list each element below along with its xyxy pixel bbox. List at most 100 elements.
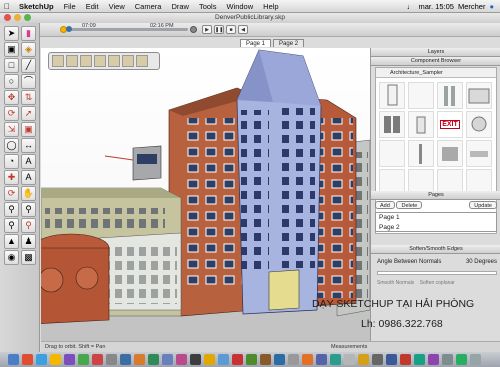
dock-app-icon[interactable] (106, 354, 117, 365)
zoom-window-icon[interactable] (24, 14, 31, 21)
front-view-icon[interactable] (80, 55, 92, 67)
component-thumb[interactable] (466, 140, 492, 167)
add-page-button[interactable]: Add (375, 201, 395, 209)
menu-view[interactable]: View (104, 2, 130, 11)
component-thumb[interactable] (408, 82, 434, 109)
pause-icon[interactable]: ❚❚ (214, 25, 224, 34)
offset-tool-icon[interactable]: ▣ (21, 122, 36, 137)
tab-page-1[interactable]: Page 1 (240, 39, 272, 47)
menu-window[interactable]: Window (221, 2, 258, 11)
rectangle-tool-icon[interactable]: □ (4, 58, 19, 73)
smooth-normals-checkbox[interactable]: Smooth Normals (377, 280, 414, 286)
time-slider-knob[interactable] (66, 26, 72, 32)
dock-app-icon[interactable] (176, 354, 187, 365)
pages-list-item[interactable]: Page 2 (376, 223, 496, 233)
eraser-tool-icon[interactable]: ▮ (21, 26, 36, 41)
pages-header[interactable]: Pages (371, 191, 500, 200)
menu-help[interactable]: Help (258, 2, 283, 11)
pages-list-item[interactable]: Page 1 (376, 213, 496, 223)
component-thumb[interactable] (437, 82, 463, 109)
dimension-tool-icon[interactable]: ↔ (21, 138, 36, 153)
look-around-icon[interactable]: ◉ (4, 250, 19, 265)
component-thumb[interactable] (466, 82, 492, 109)
dock-app-icon[interactable] (442, 354, 453, 365)
dock-app-icon[interactable] (386, 354, 397, 365)
dock-app-icon[interactable] (204, 354, 215, 365)
layers-header[interactable]: Layers (371, 48, 500, 57)
dock-app-icon[interactable] (64, 354, 75, 365)
dock-app-icon[interactable] (302, 354, 313, 365)
trash-dock-icon[interactable] (470, 354, 481, 365)
play-icon[interactable]: ▶ (202, 25, 212, 34)
dock-app-icon[interactable] (330, 354, 341, 365)
finder-dock-icon[interactable] (8, 354, 19, 365)
select-tool-icon[interactable]: ➤ (4, 26, 19, 41)
dock-app-icon[interactable] (190, 354, 201, 365)
arc-tool-icon[interactable]: ⌒ (21, 74, 36, 89)
dock-app-icon[interactable] (22, 354, 33, 365)
dock-app-icon[interactable] (288, 354, 299, 365)
menu-tools[interactable]: Tools (194, 2, 222, 11)
spotlight-icon[interactable]: ● (489, 2, 494, 11)
delete-page-button[interactable]: Delete (396, 201, 423, 209)
pan-tool-icon[interactable]: ✋ (21, 186, 36, 201)
component-thumb[interactable] (466, 111, 492, 138)
dock-app-icon[interactable] (50, 354, 61, 365)
volume-icon[interactable]: ♩ (407, 2, 415, 11)
3d-text-icon[interactable]: A (21, 170, 36, 185)
dock-app-icon[interactable] (414, 354, 425, 365)
dock-app-icon[interactable] (92, 354, 103, 365)
dock-app-icon[interactable] (274, 354, 285, 365)
component-thumb[interactable] (437, 140, 463, 167)
xray-view-icon[interactable] (136, 55, 148, 67)
component-thumb[interactable] (379, 82, 405, 109)
menu-app[interactable]: SketchUp (14, 2, 59, 11)
minimize-window-icon[interactable] (14, 14, 21, 21)
component-thumb[interactable] (379, 111, 405, 138)
soften-coplanar-checkbox[interactable]: Soften coplanar (420, 280, 455, 286)
dock-app-icon[interactable] (316, 354, 327, 365)
dock-app-icon[interactable] (400, 354, 411, 365)
moon-icon[interactable] (190, 26, 197, 33)
dock-app-icon[interactable] (120, 354, 131, 365)
left-view-icon[interactable] (122, 55, 134, 67)
dock-app-icon[interactable] (344, 354, 355, 365)
section-plane-icon[interactable]: ▩ (21, 250, 36, 265)
dock-app-icon[interactable] (428, 354, 439, 365)
follow-me-tool-icon[interactable]: ➚ (21, 106, 36, 121)
dock-app-icon[interactable] (372, 354, 383, 365)
dock-app-icon[interactable] (134, 354, 145, 365)
dock-app-icon[interactable] (36, 354, 47, 365)
dock-app-icon[interactable] (162, 354, 173, 365)
circle-tool-icon[interactable]: ○ (4, 74, 19, 89)
exit-sign-thumb[interactable]: EXIT (437, 111, 463, 138)
dock-app-icon[interactable] (78, 354, 89, 365)
component-thumb[interactable] (408, 111, 434, 138)
component-browser-header[interactable]: Component Browser (371, 57, 500, 66)
dock-app-icon[interactable] (456, 354, 467, 365)
line-tool-icon[interactable]: ╱ (21, 58, 36, 73)
tape-measure-icon[interactable]: ◯ (4, 138, 19, 153)
clock[interactable]: mar. 15:05 (419, 2, 454, 11)
push-pull-tool-icon[interactable]: ⇅ (21, 90, 36, 105)
move-tool-icon[interactable]: ✥ (4, 90, 19, 105)
protractor-icon[interactable]: ◔ (4, 154, 19, 169)
user-name[interactable]: Mercher (458, 2, 486, 11)
axes-tool-icon[interactable]: ✚ (4, 170, 19, 185)
make-component-icon[interactable]: ▣ (4, 42, 19, 57)
tab-page-2[interactable]: Page 2 (273, 39, 305, 47)
walk-tool-icon[interactable]: ♟ (21, 234, 36, 249)
back-view-icon[interactable] (108, 55, 120, 67)
update-page-button[interactable]: Update (469, 201, 497, 209)
menu-camera[interactable]: Camera (130, 2, 167, 11)
apple-menu-icon[interactable]:  (0, 2, 14, 11)
dock-app-icon[interactable] (218, 354, 229, 365)
dock-app-icon[interactable] (148, 354, 159, 365)
component-thumb[interactable] (408, 140, 434, 167)
stop-icon[interactable]: ■ (226, 25, 236, 34)
right-view-icon[interactable] (94, 55, 106, 67)
text-tool-icon[interactable]: A (21, 154, 36, 169)
orbit-tool-icon[interactable]: ⟳ (4, 186, 19, 201)
menu-file[interactable]: File (59, 2, 81, 11)
iso-view-icon[interactable] (52, 55, 64, 67)
